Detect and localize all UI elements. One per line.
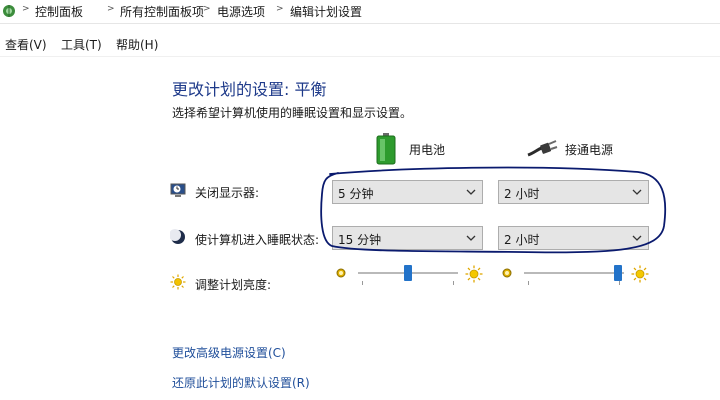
breadcrumb-separator[interactable]: > bbox=[107, 4, 115, 14]
slider-tick bbox=[528, 281, 529, 285]
address-bar: > 控制面板 > 所有控制面板项 > 电源选项 > 编辑计划设置 bbox=[0, 0, 720, 24]
breadcrumb-separator[interactable]: > bbox=[276, 4, 284, 14]
moon-icon bbox=[170, 229, 185, 244]
select-value: 2 小时 bbox=[504, 233, 540, 247]
power-plug-icon bbox=[527, 140, 558, 157]
chevron-down-icon bbox=[466, 189, 476, 195]
menu-view[interactable]: 查看(V) bbox=[5, 36, 47, 53]
brightness-label: 调整计划亮度: bbox=[195, 278, 272, 292]
bright-sun-icon bbox=[631, 265, 649, 283]
display-off-plugged-select[interactable]: 2 小时 bbox=[498, 180, 649, 204]
page-subtitle: 选择希望计算机使用的睡眠设置和显示设置。 bbox=[172, 106, 413, 120]
brightness-battery-slider[interactable] bbox=[358, 262, 458, 285]
control-panel-icon[interactable] bbox=[2, 4, 16, 18]
menu-help[interactable]: 帮助(H) bbox=[116, 36, 158, 53]
breadcrumb-edit-plan[interactable]: 编辑计划设置 bbox=[290, 3, 362, 20]
sleep-battery-select[interactable]: 15 分钟 bbox=[332, 226, 483, 250]
slider-tick bbox=[453, 281, 454, 285]
breadcrumb-power-options[interactable]: 电源选项 bbox=[217, 3, 265, 20]
slider-track bbox=[524, 272, 624, 274]
breadcrumb-all-items[interactable]: 所有控制面板项 bbox=[120, 3, 204, 20]
chevron-down-icon bbox=[632, 235, 642, 241]
dim-sun-icon bbox=[502, 268, 512, 278]
slider-tick bbox=[362, 281, 363, 285]
restore-defaults-link[interactable]: 还原此计划的默认设置(R) bbox=[172, 374, 310, 391]
chevron-down-icon bbox=[466, 235, 476, 241]
slider-thumb[interactable] bbox=[404, 265, 412, 281]
page-title: 更改计划的设置: 平衡 bbox=[172, 80, 327, 99]
advanced-power-settings-link[interactable]: 更改高级电源设置(C) bbox=[172, 344, 286, 361]
breadcrumb-separator[interactable]: > bbox=[203, 4, 211, 14]
breadcrumb-control-panel[interactable]: 控制面板 bbox=[35, 3, 83, 20]
display-clock-icon bbox=[170, 183, 186, 197]
slider-thumb[interactable] bbox=[614, 265, 622, 281]
select-value: 5 分钟 bbox=[338, 187, 374, 201]
sun-icon bbox=[170, 274, 186, 290]
column-plugged-in: 接通电源 bbox=[565, 143, 614, 157]
menu-bar: 查看(V) 工具(T) 帮助(H) bbox=[0, 34, 720, 54]
battery-icon bbox=[376, 133, 396, 165]
turn-off-display-label: 关闭显示器: bbox=[195, 186, 260, 200]
sleep-plugged-select[interactable]: 2 小时 bbox=[498, 226, 649, 250]
menu-divider bbox=[0, 56, 720, 57]
select-value: 2 小时 bbox=[504, 187, 540, 201]
menu-tools[interactable]: 工具(T) bbox=[61, 36, 102, 53]
column-battery: 用电池 bbox=[409, 143, 446, 157]
chevron-down-icon bbox=[632, 189, 642, 195]
sleep-label: 使计算机进入睡眠状态: bbox=[195, 233, 320, 247]
display-off-battery-select[interactable]: 5 分钟 bbox=[332, 180, 483, 204]
bright-sun-icon bbox=[465, 265, 483, 283]
slider-tick bbox=[619, 281, 620, 285]
dim-sun-icon bbox=[336, 268, 346, 278]
breadcrumb-separator[interactable]: > bbox=[22, 4, 30, 14]
select-value: 15 分钟 bbox=[338, 233, 382, 247]
brightness-plugged-slider[interactable] bbox=[524, 262, 624, 285]
